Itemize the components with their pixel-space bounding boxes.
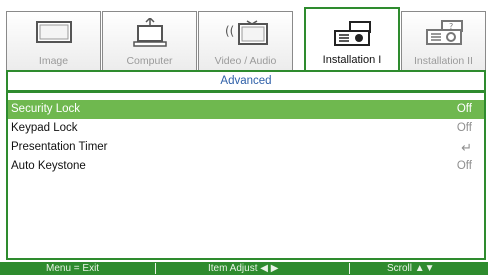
panel-subtitle: Advanced bbox=[220, 75, 272, 87]
menu-item-label: Presentation Timer bbox=[11, 141, 108, 153]
settings-list: Security Lock Off Keypad Lock Off Presen… bbox=[8, 100, 484, 176]
tab-installation-1[interactable]: Installation I bbox=[304, 7, 400, 70]
tab-label: Video / Audio bbox=[214, 55, 277, 67]
menu-item-value: Off bbox=[456, 103, 472, 115]
tab-label: Installation II bbox=[414, 55, 473, 67]
item-adjust-hint: Item Adjust ◀ ▶ bbox=[208, 263, 279, 274]
enter-icon: ↵ bbox=[461, 140, 472, 155]
menu-item-label: Keypad Lock bbox=[11, 122, 78, 134]
help-bar: Menu = Exit Item Adjust ◀ ▶ Scroll ▲▼ bbox=[0, 262, 488, 275]
projector-osd-menu: Image Computer ((Video / Audio Installa… bbox=[0, 0, 488, 275]
footer-divider bbox=[349, 263, 350, 274]
menu-item-presentation-timer[interactable]: Presentation Timer ↵ bbox=[8, 138, 484, 157]
menu-item-security-lock[interactable]: Security Lock Off bbox=[8, 100, 484, 119]
menu-item-value: Off bbox=[456, 160, 472, 172]
svg-text:?: ? bbox=[449, 22, 453, 31]
footer-divider bbox=[155, 263, 156, 274]
tab-strip: Image Computer ((Video / Audio Installa… bbox=[6, 7, 486, 70]
tab-label: Computer bbox=[126, 55, 173, 67]
menu-item-auto-keystone[interactable]: Auto Keystone Off bbox=[8, 157, 484, 176]
projector-settings-icon: ? bbox=[402, 18, 485, 48]
tab-image[interactable]: Image bbox=[6, 11, 101, 70]
monitor-icon bbox=[7, 18, 100, 48]
tab-installation-2[interactable]: ? Installation II bbox=[401, 11, 486, 70]
settings-panel: Advanced Security Lock Off Keypad Lock O… bbox=[6, 70, 486, 260]
tab-computer[interactable]: Computer bbox=[102, 11, 197, 70]
divider bbox=[8, 90, 484, 93]
tab-label: Installation I bbox=[322, 54, 382, 66]
menu-item-value: Off bbox=[456, 122, 472, 134]
menu-exit-hint: Menu = Exit bbox=[46, 263, 100, 274]
video-audio-icon: (( bbox=[199, 18, 292, 48]
tab-video-audio[interactable]: (( Video / Audio bbox=[198, 11, 293, 70]
menu-item-label: Auto Keystone bbox=[11, 160, 86, 172]
menu-item-keypad-lock[interactable]: Keypad Lock Off bbox=[8, 119, 484, 138]
menu-item-label: Security Lock bbox=[11, 103, 81, 115]
computer-icon bbox=[103, 18, 196, 48]
projector-icon bbox=[306, 19, 398, 49]
tab-label: Image bbox=[38, 55, 69, 67]
scroll-hint: Scroll ▲▼ bbox=[387, 263, 435, 274]
svg-text:((: (( bbox=[225, 24, 234, 38]
